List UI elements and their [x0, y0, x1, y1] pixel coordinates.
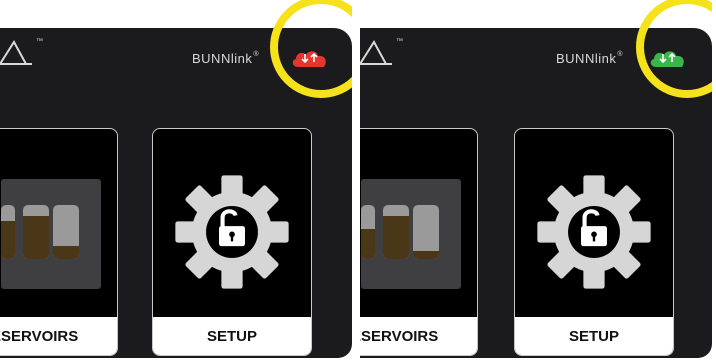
bunnlink-brand: BUNNlink®: [192, 51, 259, 66]
setup-card[interactable]: SETUP: [514, 128, 674, 356]
reservoirs-card[interactable]: ESERVOIRS: [360, 128, 478, 356]
bunnlink-brand: BUNNlink®: [556, 51, 623, 66]
gear-lock-icon: [175, 175, 289, 289]
reservoirs-label: ESERVOIRS: [0, 317, 117, 355]
reservoir-bin-2: [23, 205, 49, 259]
bunnlink-label: BUNNlink: [556, 51, 617, 66]
device-screen-panel-left: ™ BUNNlink® ESERVOIRS: [0, 0, 352, 360]
trademark-symbol: ™: [396, 38, 403, 45]
brand-logo-icon: [0, 40, 32, 65]
reservoir-bin-1: [361, 205, 375, 259]
reservoirs-card[interactable]: ESERVOIRS: [0, 128, 118, 356]
reservoir-tray: [361, 179, 461, 289]
reservoir-bin-3: [413, 205, 439, 259]
gear-lock-icon: [537, 175, 651, 289]
device-screen-panel-right: ™ BUNNlink® ESERVOIRS: [360, 0, 712, 360]
reservoir-bin-1: [1, 205, 15, 259]
reservoirs-label: ESERVOIRS: [360, 317, 477, 355]
reservoir-tray: [1, 179, 101, 289]
bunnlink-label: BUNNlink: [192, 51, 253, 66]
registered-mark: ®: [253, 51, 260, 58]
registered-mark: ®: [617, 51, 624, 58]
setup-card[interactable]: SETUP: [152, 128, 312, 356]
trademark-symbol: ™: [36, 38, 43, 45]
setup-label: SETUP: [515, 317, 673, 355]
setup-label: SETUP: [153, 317, 311, 355]
reservoir-bin-2: [383, 205, 409, 259]
brand-logo-icon: [360, 40, 392, 65]
reservoir-bin-3: [53, 205, 79, 259]
